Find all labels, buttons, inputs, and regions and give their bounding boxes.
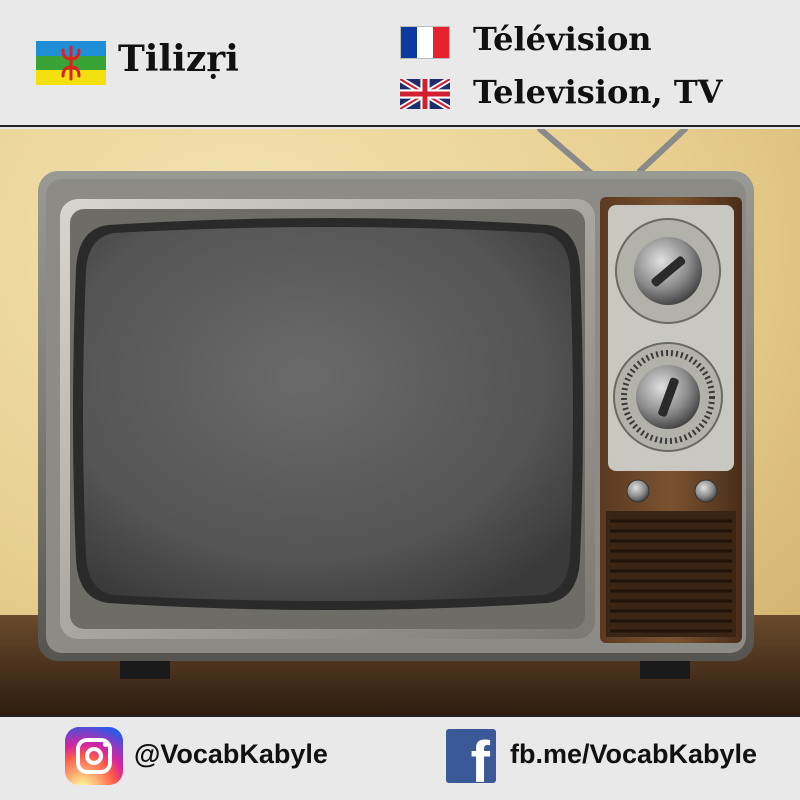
english-word: Television, TV — [473, 73, 723, 111]
uk-flag-icon — [400, 79, 450, 109]
amazigh-flag-icon — [36, 41, 106, 85]
vocab-card: Tilizṛi Télévision Television, TV @Vocab… — [0, 0, 800, 800]
instagram-handle[interactable]: @VocabKabyle — [134, 739, 328, 770]
france-flag-icon — [400, 26, 450, 59]
french-word: Télévision — [473, 20, 652, 58]
header-bar: Tilizṛi Télévision Television, TV — [0, 0, 800, 127]
facebook-link[interactable]: fb.me/VocabKabyle — [510, 739, 757, 770]
tv-photo — [0, 129, 800, 715]
facebook-icon[interactable]: f — [446, 729, 496, 783]
kabyle-word: Tilizṛi — [118, 38, 239, 80]
vintage-tv-icon — [0, 129, 800, 715]
instagram-icon[interactable] — [65, 727, 123, 785]
